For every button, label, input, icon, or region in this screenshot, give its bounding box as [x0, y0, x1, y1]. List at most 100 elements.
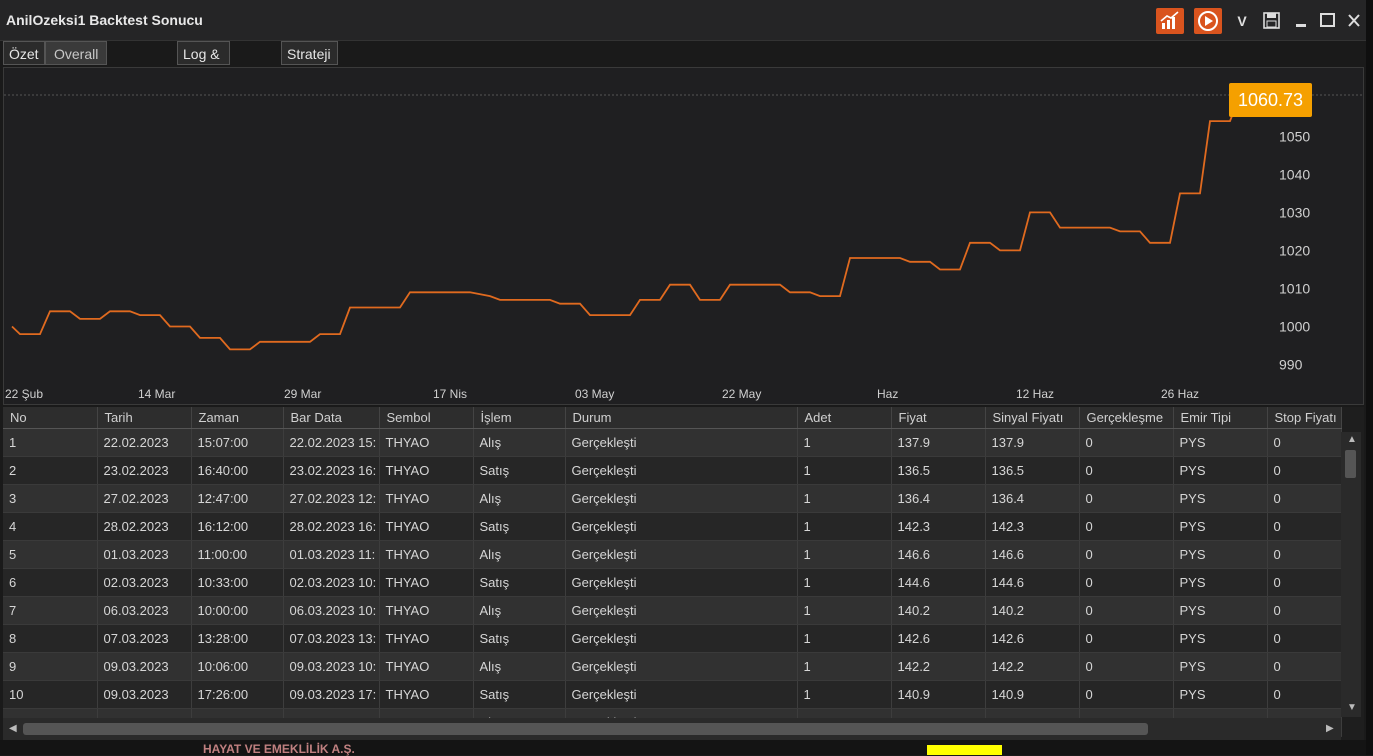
- x-tick-label: 14 Mar: [138, 387, 175, 401]
- column-header[interactable]: Stop Fiyatı: [1267, 407, 1342, 429]
- column-header[interactable]: Bar Data: [283, 407, 380, 429]
- table-cell: 10:00:00: [191, 596, 284, 625]
- table-cell: 06.03.2023: [97, 596, 192, 625]
- table-cell: Alış: [473, 652, 566, 681]
- y-tick-label: 1020: [1279, 242, 1310, 258]
- table-cell: 142.2: [985, 652, 1080, 681]
- scroll-left-icon[interactable]: ◀: [9, 723, 17, 734]
- table-row[interactable]: 10 09.03.2023 17:26:00 09.03.2023 17: THYAO S…: [3, 680, 1342, 709]
- tab-log-debug[interactable]: Log & Debug: [177, 41, 231, 86]
- table-cell: PYS: [1173, 652, 1268, 681]
- table-cell: 0: [1267, 624, 1342, 653]
- table-cell: PYS: [1173, 428, 1268, 457]
- chart-view-button[interactable]: [1156, 8, 1184, 34]
- table-cell: 0: [1267, 456, 1342, 485]
- horizontal-scrollbar[interactable]: ◀ ▶: [3, 718, 1341, 740]
- table-cell: 12:47:00: [191, 484, 284, 513]
- table-cell: 17:26:00: [191, 680, 284, 709]
- table-cell: 27.02.2023: [97, 484, 192, 513]
- table-cell: 0: [1267, 652, 1342, 681]
- table-cell: Gerçekleşti: [565, 680, 798, 709]
- column-header[interactable]: Zaman: [191, 407, 284, 429]
- table-cell: 1: [797, 568, 892, 597]
- column-header[interactable]: Tarih: [97, 407, 192, 429]
- minimize-icon: [1296, 24, 1306, 27]
- table-cell: Gerçekleşti: [565, 512, 798, 541]
- scroll-up-icon[interactable]: ▲: [1347, 434, 1357, 445]
- tab-ozet[interactable]: Özet: [3, 41, 45, 65]
- table-cell: 142.3: [985, 512, 1080, 541]
- save-button[interactable]: [1261, 8, 1283, 34]
- equity-chart: 1050 1040 1030 1020 1010 1000 990 22 Şub 14 Mar…: [3, 67, 1364, 405]
- minimize-button[interactable]: [1290, 8, 1312, 34]
- maximize-button[interactable]: [1317, 8, 1339, 34]
- tab-overall-emirler[interactable]: Overall & Emirler: [45, 41, 108, 110]
- table-cell: Gerçekleşti: [565, 568, 798, 597]
- table-cell: PYS: [1173, 540, 1268, 569]
- column-header[interactable]: Sembol: [379, 407, 474, 429]
- column-header[interactable]: Adet: [797, 407, 892, 429]
- tab-strateji-bilgileri[interactable]: Strateji Bilgileri: [281, 41, 339, 86]
- table-row[interactable]: 7 06.03.2023 10:00:00 06.03.2023 10: THYAO Al…: [3, 596, 1342, 625]
- column-header[interactable]: İşlem: [473, 407, 566, 429]
- horizontal-scroll-thumb[interactable]: [23, 723, 1148, 735]
- table-cell: 8: [3, 624, 98, 653]
- table-cell: THYAO: [379, 652, 474, 681]
- column-header[interactable]: Emir Tipi: [1173, 407, 1268, 429]
- table-row[interactable]: 3 27.02.2023 12:47:00 27.02.2023 12: THYAO Al…: [3, 484, 1342, 513]
- table-cell: 06.03.2023 10:: [283, 596, 380, 625]
- table-cell: 0: [1079, 428, 1174, 457]
- table-cell: 142.6: [891, 624, 986, 653]
- table-cell: Alış: [473, 428, 566, 457]
- table-row[interactable]: 4 28.02.2023 16:12:00 28.02.2023 16: THYAO Sa…: [3, 512, 1342, 541]
- v-button[interactable]: V: [1231, 8, 1253, 34]
- close-button[interactable]: [1343, 8, 1365, 34]
- table-cell: 137.9: [891, 428, 986, 457]
- y-tick-label: 1030: [1279, 204, 1310, 220]
- table-cell: Gerçekleşti: [565, 484, 798, 513]
- table-cell: Satış: [473, 512, 566, 541]
- chart-icon: [1160, 11, 1179, 29]
- table-cell: 142.6: [985, 624, 1080, 653]
- table-row[interactable]: 6 02.03.2023 10:33:00 02.03.2023 10: THYAO Sa…: [3, 568, 1342, 597]
- table-row[interactable]: 8 07.03.2023 13:28:00 07.03.2023 13: THYAO Sa…: [3, 624, 1342, 653]
- table-cell: 136.4: [891, 484, 986, 513]
- column-header[interactable]: Gerçekleşme: [1079, 407, 1174, 429]
- table-cell: 0: [1267, 540, 1342, 569]
- table-row[interactable]: 1 22.02.2023 15:07:00 22.02.2023 15: THYAO Al…: [3, 428, 1342, 457]
- scroll-right-icon[interactable]: ▶: [1326, 723, 1334, 734]
- column-header[interactable]: No: [3, 407, 98, 429]
- table-cell: 0: [1079, 512, 1174, 541]
- table-cell: 142.2: [891, 652, 986, 681]
- run-button[interactable]: [1194, 8, 1222, 34]
- table-row[interactable]: 2 23.02.2023 16:40:00 23.02.2023 16: THYAO Sa…: [3, 456, 1342, 485]
- x-tick-label: 22 May: [722, 387, 761, 401]
- table-cell: Gerçekleşti: [565, 540, 798, 569]
- x-tick-label: 03 May: [575, 387, 614, 401]
- table-cell: 0: [1079, 652, 1174, 681]
- column-header[interactable]: Durum: [565, 407, 798, 429]
- table-cell: 136.5: [891, 456, 986, 485]
- table-cell: THYAO: [379, 624, 474, 653]
- table-cell: 1: [797, 596, 892, 625]
- table-cell: 0: [1079, 540, 1174, 569]
- table-cell: 1: [797, 456, 892, 485]
- table-cell: THYAO: [379, 596, 474, 625]
- y-tick-label: 1000: [1279, 319, 1310, 335]
- table-cell: 0: [1079, 680, 1174, 709]
- vertical-scrollbar[interactable]: ▲ ▼: [1341, 432, 1361, 717]
- column-header[interactable]: Fiyat: [891, 407, 986, 429]
- table-cell: 10:06:00: [191, 652, 284, 681]
- table-row[interactable]: 9 09.03.2023 10:06:00 09.03.2023 10: THYAO Al…: [3, 652, 1342, 681]
- table-cell: 137.9: [985, 428, 1080, 457]
- table-cell: 142.3: [891, 512, 986, 541]
- table-cell: Alış: [473, 484, 566, 513]
- table-cell: 02.03.2023 10:: [283, 568, 380, 597]
- table-cell: 07.03.2023 13:: [283, 624, 380, 653]
- table-row[interactable]: 5 01.03.2023 11:00:00 01.03.2023 11: THYAO Al…: [3, 540, 1342, 569]
- table-cell: 0: [1267, 596, 1342, 625]
- y-axis: 1050 1040 1030 1020 1010 1000 990: [1279, 128, 1310, 372]
- vertical-scroll-thumb[interactable]: [1345, 450, 1356, 478]
- column-header[interactable]: Sinyal Fiyatı: [985, 407, 1080, 429]
- scroll-down-icon[interactable]: ▼: [1347, 702, 1357, 713]
